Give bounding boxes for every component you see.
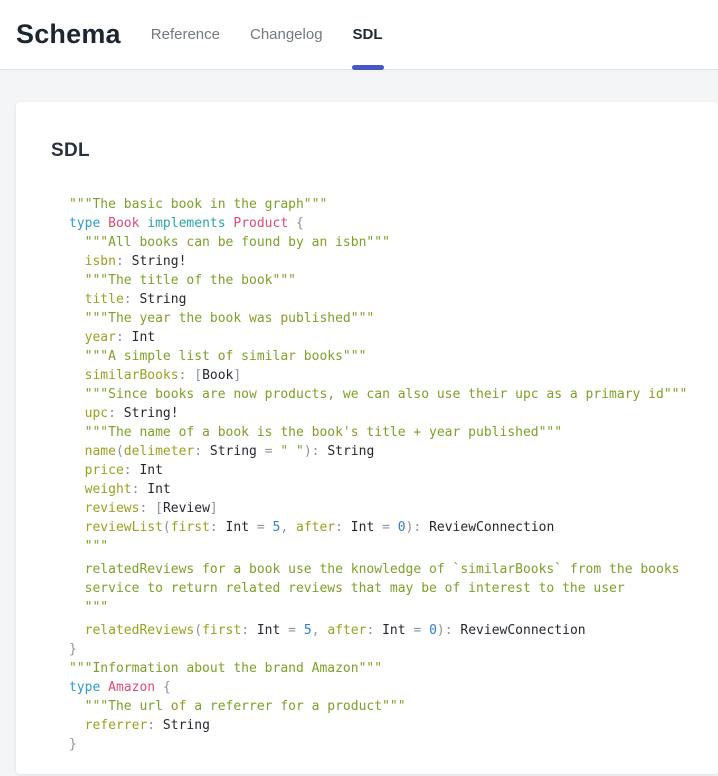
code-line: reviews: [Review]: [69, 499, 698, 518]
code-line: weight: Int: [69, 480, 698, 499]
active-tab-indicator: [352, 65, 384, 70]
code-line: similarBooks: [Book]: [69, 366, 698, 385]
tab-changelog[interactable]: Changelog: [235, 0, 338, 69]
content-area: SDL """The basic book in the graph"""typ…: [0, 102, 718, 776]
code-line: upc: String!: [69, 404, 698, 423]
tab-reference[interactable]: Reference: [136, 0, 235, 69]
code-line: type Book implements Product {: [69, 214, 698, 233]
code-line: }: [69, 640, 698, 659]
tab-sdl-label: SDL: [353, 26, 383, 43]
code-line: title: String: [69, 290, 698, 309]
code-line: """The name of a book is the book's titl…: [69, 423, 698, 442]
code-line: """All books can be found by an isbn""": [69, 233, 698, 252]
page-header: Schema Reference Changelog SDL: [0, 0, 718, 70]
code-line: """A simple list of similar books""": [69, 347, 698, 366]
code-line: """The url of a referrer for a product""…: [69, 697, 698, 716]
tab-changelog-label: Changelog: [250, 26, 323, 43]
sdl-heading: SDL: [51, 140, 698, 162]
code-line: type Amazon {: [69, 678, 698, 697]
tab-sdl[interactable]: SDL: [338, 0, 398, 69]
code-line: """Since books are now products, we can …: [69, 385, 698, 404]
code-line: service to return related reviews that m…: [69, 579, 698, 598]
code-line: """: [69, 598, 698, 617]
tab-reference-label: Reference: [151, 26, 220, 43]
code-line: reviewList(first: Int = 5, after: Int = …: [69, 518, 698, 537]
code-line: relatedReviews(first: Int = 5, after: In…: [69, 621, 698, 640]
code-line: price: Int: [69, 461, 698, 480]
code-line: relatedReviews for a book use the knowle…: [69, 560, 698, 579]
page-title: Schema: [16, 19, 121, 50]
sdl-panel: SDL """The basic book in the graph"""typ…: [16, 102, 718, 774]
code-line: referrer: String: [69, 716, 698, 735]
code-line: year: Int: [69, 328, 698, 347]
sdl-code-block: """The basic book in the graph"""type Bo…: [69, 195, 698, 754]
tab-bar: Reference Changelog SDL: [136, 0, 398, 69]
code-line: """The title of the book""": [69, 271, 698, 290]
code-line: name(delimeter: String = " "): String: [69, 442, 698, 461]
code-line: """: [69, 537, 698, 556]
code-line: """The year the book was published""": [69, 309, 698, 328]
code-line: isbn: String!: [69, 252, 698, 271]
code-line: """The basic book in the graph""": [69, 195, 698, 214]
code-line: """Information about the brand Amazon""": [69, 659, 698, 678]
